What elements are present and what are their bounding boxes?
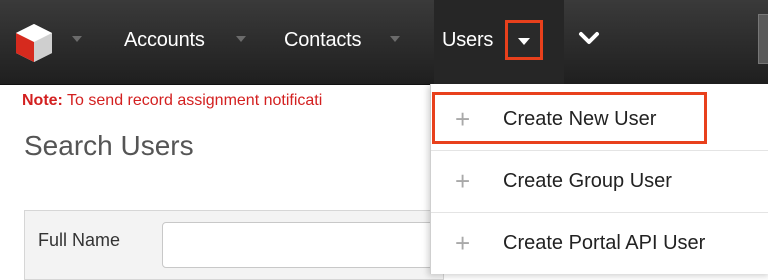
menu-item-create-portal-api-user[interactable]: + Create Portal API User — [431, 212, 768, 274]
full-name-label: Full Name — [38, 230, 121, 250]
notice-text: To send record assignment notificati — [62, 92, 323, 109]
menu-item-label: Create Group User — [503, 170, 672, 192]
menu-item-create-group-user[interactable]: + Create Group User — [431, 150, 768, 213]
chevron-down-icon — [518, 38, 530, 45]
notice-prefix: Note: — [22, 92, 63, 109]
plus-icon: + — [455, 166, 471, 196]
users-menu-caret-button[interactable] — [505, 20, 543, 60]
users-dropdown-menu: + Create New User + Create Group User + … — [430, 84, 768, 274]
logo-menu-caret-icon[interactable] — [72, 36, 82, 42]
menu-item-label: Create New User — [503, 108, 657, 130]
menu-item-label: Create Portal API User — [503, 232, 706, 254]
notice-message: Note: To send record assignment notifica… — [22, 92, 432, 110]
tab-users-container: Users — [434, 0, 564, 84]
top-navbar: Accounts Contacts Users — [0, 0, 768, 85]
full-name-input[interactable] — [162, 222, 452, 268]
page-title: Search Users — [24, 130, 194, 161]
tab-accounts[interactable]: Accounts — [124, 28, 205, 52]
tab-contacts[interactable]: Contacts — [284, 28, 362, 52]
plus-icon: + — [455, 228, 471, 258]
contacts-caret-icon[interactable] — [390, 36, 400, 42]
plus-icon: + — [455, 104, 471, 134]
search-box-edge[interactable] — [758, 14, 768, 64]
accounts-caret-icon[interactable] — [236, 36, 246, 42]
tab-users[interactable]: Users — [442, 28, 493, 52]
app-logo-icon[interactable] — [14, 22, 54, 64]
menu-item-create-new-user[interactable]: + Create New User — [431, 88, 768, 151]
more-tabs-chevron-icon[interactable] — [578, 30, 600, 46]
